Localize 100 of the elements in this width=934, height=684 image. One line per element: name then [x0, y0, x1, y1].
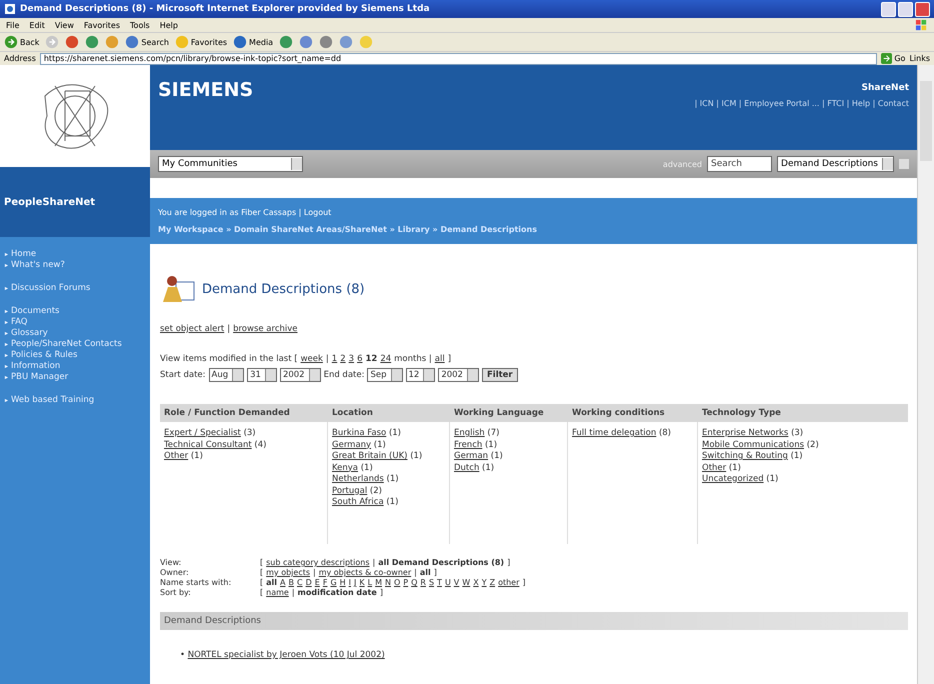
favorites-button[interactable]: Favorites	[174, 35, 228, 49]
link[interactable]: 1	[332, 354, 338, 364]
option-link[interactable]: M	[375, 578, 382, 588]
option-link[interactable]: W	[462, 578, 470, 588]
category-link[interactable]: Other	[164, 451, 188, 461]
category-link[interactable]: Technical Consultant	[164, 440, 252, 450]
scope-select[interactable]: Demand Descriptions	[777, 156, 894, 172]
option-link[interactable]: my objects & co-owner	[318, 568, 412, 578]
option-link[interactable]: B	[288, 578, 294, 588]
print-button[interactable]	[319, 35, 334, 49]
category-link[interactable]: Full time delegation	[572, 428, 656, 438]
menu-item[interactable]: File	[6, 20, 20, 30]
date-select[interactable]: Sep	[367, 368, 402, 382]
home-button[interactable]	[105, 35, 120, 49]
category-link[interactable]: English	[454, 428, 485, 438]
category-link[interactable]: Enterprise Networks	[702, 428, 788, 438]
option-link[interactable]: I	[348, 578, 352, 588]
option-link[interactable]: L	[368, 578, 372, 588]
date-select[interactable]: 2002	[438, 368, 479, 382]
option-link[interactable]: D	[306, 578, 312, 588]
category-link[interactable]: Uncategorized	[702, 474, 764, 484]
date-select[interactable]: Aug	[208, 368, 244, 382]
link[interactable]: browse archive	[233, 324, 298, 334]
category-link[interactable]: German	[454, 451, 488, 461]
mail-button[interactable]	[299, 35, 314, 49]
option-link[interactable]: S	[428, 578, 434, 588]
category-link[interactable]: Expert / Specialist	[164, 428, 241, 438]
link[interactable]: week	[300, 354, 323, 364]
menu-item[interactable]: Tools	[130, 20, 150, 30]
minimize-button[interactable]	[881, 2, 896, 16]
option-link[interactable]: N	[385, 578, 391, 588]
category-link[interactable]: Netherlands	[332, 474, 384, 484]
menu-item[interactable]: Favorites	[84, 20, 120, 30]
close-button[interactable]	[915, 2, 930, 16]
category-link[interactable]: Burkina Faso	[332, 428, 386, 438]
category-link[interactable]: French	[454, 440, 482, 450]
history-button[interactable]	[279, 35, 294, 49]
category-link[interactable]: Great Britain (UK)	[332, 451, 408, 461]
search-button[interactable]: Search	[125, 35, 169, 49]
category-link[interactable]: Dutch	[454, 462, 480, 472]
option-link[interactable]: A	[280, 578, 286, 588]
option-link[interactable]: F	[322, 578, 328, 588]
link[interactable]: 2	[340, 354, 346, 364]
option-link[interactable]: P	[403, 578, 408, 588]
link[interactable]: 3	[348, 354, 354, 364]
address-field[interactable]: https://sharenet.siemens.com/pcn/library/browse-ink-topic?sort_name=dd	[40, 52, 878, 64]
option-link[interactable]: J	[354, 578, 356, 588]
option-link[interactable]: H	[340, 578, 346, 588]
category-link[interactable]: Germany	[332, 440, 372, 450]
label: View items modified in the last [	[160, 354, 298, 364]
menu-item[interactable]: View	[54, 20, 74, 30]
scrollbar[interactable]	[917, 65, 934, 684]
search-field[interactable]: Search	[707, 156, 772, 172]
community-select[interactable]: My Communities	[158, 156, 303, 172]
count: (1)	[482, 462, 494, 472]
option-link[interactable]: G	[330, 578, 337, 588]
link[interactable]: 6	[357, 354, 362, 364]
link[interactable]: all	[434, 354, 445, 364]
links-button[interactable]: Links	[909, 54, 930, 63]
category-link[interactable]: South Africa	[332, 497, 384, 507]
menu-item[interactable]: Edit	[29, 20, 45, 30]
option-link[interactable]: E	[314, 578, 320, 588]
media-button[interactable]: Media	[233, 35, 274, 49]
category-link[interactable]: Switching & Routing	[702, 451, 788, 461]
category-link[interactable]: Portugal	[332, 486, 368, 496]
option-link[interactable]: Q	[411, 578, 418, 588]
go-button[interactable]: Go	[881, 53, 906, 64]
category-link[interactable]: Other	[702, 462, 726, 472]
option-link[interactable]: other	[498, 578, 520, 588]
option-link[interactable]: C	[297, 578, 303, 588]
option-link[interactable]: my objects	[266, 568, 310, 578]
option-link[interactable]: K	[359, 578, 365, 588]
edit-button[interactable]	[339, 35, 354, 49]
option-link[interactable]: O	[394, 578, 400, 588]
option-link[interactable]: sub category descriptions	[266, 558, 370, 568]
filter-button[interactable]: Filter	[482, 368, 518, 382]
option-link[interactable]: Z	[490, 578, 496, 588]
option-link[interactable]: X	[473, 578, 479, 588]
item-link[interactable]: NORTEL specialist by Jeroen Vots (10 Jul 2002)	[188, 650, 385, 660]
option-link[interactable]: Y	[482, 578, 487, 588]
option-link[interactable]: V	[454, 578, 460, 588]
option-link[interactable]: name	[266, 588, 289, 598]
refresh-button[interactable]	[85, 35, 100, 49]
date-select[interactable]: 2002	[280, 368, 321, 382]
option-link[interactable]: U	[444, 578, 451, 588]
option-link[interactable]: T	[437, 578, 442, 588]
back-button[interactable]: Back	[4, 35, 40, 49]
maximize-button[interactable]	[898, 2, 913, 16]
address-label: Address	[4, 54, 36, 63]
date-select[interactable]: 12	[406, 368, 436, 382]
stop-button[interactable]	[65, 35, 80, 49]
date-select[interactable]: 31	[247, 368, 277, 382]
header-links[interactable]: | ICN | ICM | Employee Portal ... | FTCI | Help | Contact	[694, 99, 909, 108]
option-link[interactable]: R	[420, 578, 426, 588]
link[interactable]: set object alert	[160, 324, 224, 334]
category-link[interactable]: Kenya	[332, 462, 358, 472]
menu-item[interactable]: Help	[160, 20, 178, 30]
link[interactable]: 24	[380, 354, 392, 364]
category-link[interactable]: Mobile Communications	[702, 440, 804, 450]
forward-button[interactable]	[45, 35, 60, 49]
